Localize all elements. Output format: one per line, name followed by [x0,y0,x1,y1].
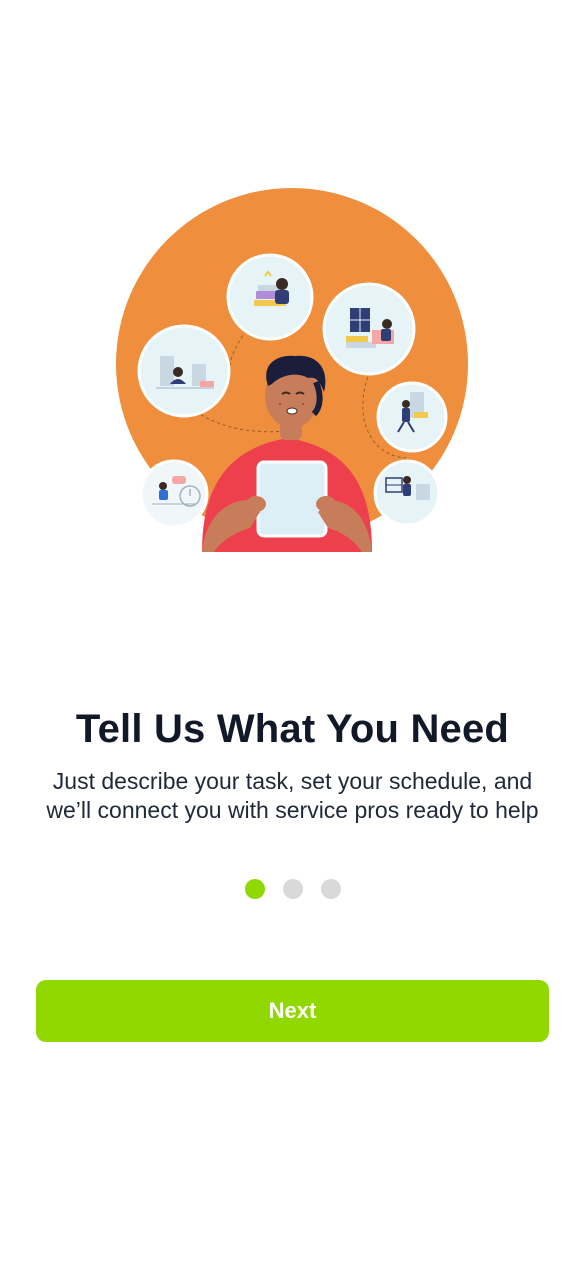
page-indicator [0,879,585,899]
next-button[interactable]: Next [36,980,549,1042]
page-description: Just describe your task, set your schedu… [46,768,539,823]
onboarding-illustration [110,186,474,552]
onboarding-screen: Tell Us What You Need Just describe your… [0,0,585,1266]
page-dot-2[interactable] [282,879,303,899]
illustration-icon [116,188,468,552]
page-title: Tell Us What You Need [75,706,510,751]
page-dot-3[interactable] [320,879,341,899]
page-dot-1-active[interactable] [244,879,265,899]
